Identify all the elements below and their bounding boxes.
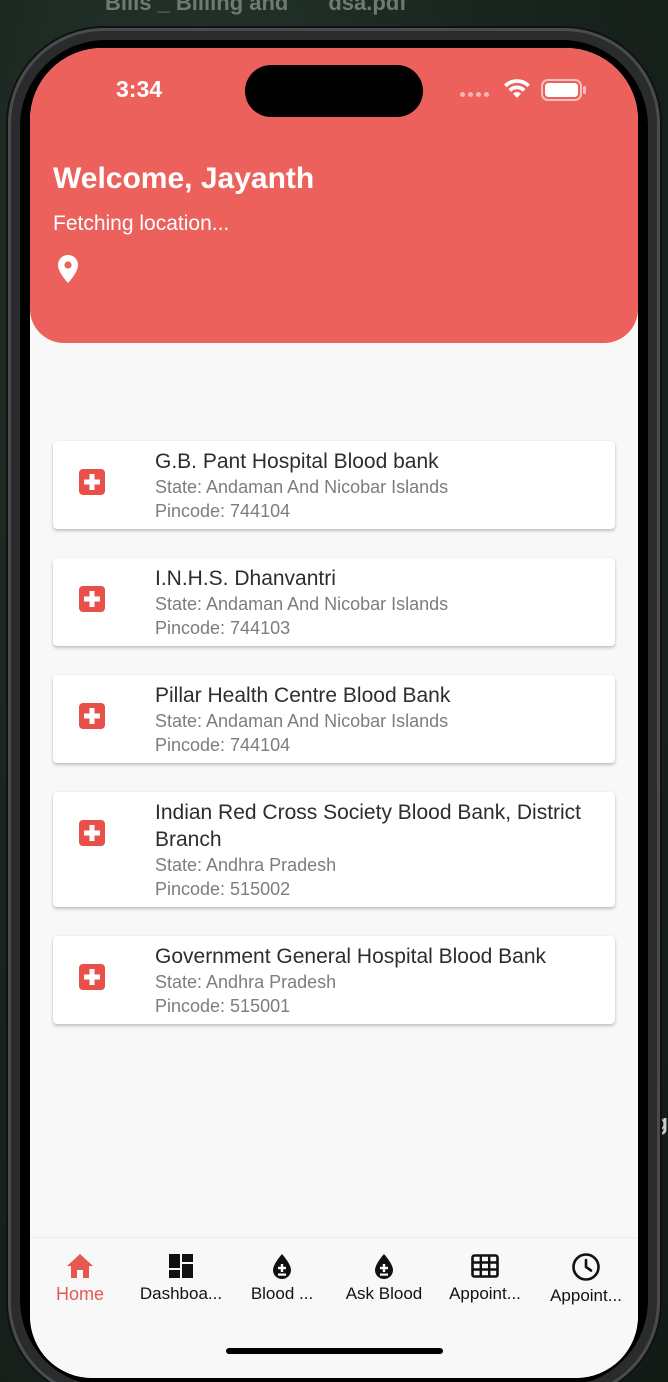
wifi-icon — [504, 79, 530, 98]
nav-item-ask-blood[interactable]: Ask Blood — [334, 1252, 434, 1304]
blood-bank-card[interactable]: Government General Hospital Blood Bank S… — [53, 936, 615, 1024]
background-text-1: Bills _ Billing and — [105, 0, 289, 15]
location-pin-icon[interactable] — [57, 254, 79, 284]
blood-bank-state: State: Andaman And Nicobar Islands — [155, 711, 449, 731]
blood-bank-state: State: Andhra Pradesh — [155, 972, 337, 992]
blood-bank-card[interactable]: Indian Red Cross Society Blood Bank, Dis… — [53, 792, 615, 907]
blood-bank-name: I.N.H.S. Dhanvantri — [155, 567, 336, 590]
cellular-signal-icon — [460, 92, 489, 97]
location-status: Fetching location... — [53, 212, 230, 235]
blood-bank-name: Indian Red Cross Society Blood Bank, Dis… — [155, 801, 582, 851]
nav-label: Home — [55, 1284, 104, 1304]
blood-bank-name: Pillar Health Centre Blood Bank — [155, 684, 451, 707]
blood-bank-name: Government General Hospital Blood Bank — [155, 945, 547, 968]
nav-label: Appoint... — [550, 1286, 622, 1305]
nav-item-home[interactable]: Home — [30, 1252, 130, 1305]
nav-item-blood[interactable]: Blood ... — [232, 1252, 332, 1304]
blood-bank-pincode: Pincode: 744104 — [155, 735, 291, 755]
dynamic-island — [245, 65, 423, 117]
clock-icon — [572, 1253, 600, 1281]
nav-item-appointments-clock[interactable]: Appoint... — [536, 1252, 636, 1306]
blood-bank-state: State: Andaman And Nicobar Islands — [155, 594, 449, 614]
blood-bank-state: State: Andhra Pradesh — [155, 855, 337, 875]
medical-cross-icon — [79, 703, 105, 729]
medical-cross-icon — [79, 964, 105, 990]
blood-bank-pincode: Pincode: 744103 — [155, 618, 291, 638]
nav-label: Appoint... — [449, 1284, 521, 1303]
blood-bank-list: G.B. Pant Hospital Blood bank State: And… — [53, 441, 615, 1053]
bottom-nav: Home Dashboa... Blood ... Ask Blood Appo… — [30, 1237, 638, 1378]
blood-bank-card[interactable]: G.B. Pant Hospital Blood bank State: And… — [53, 441, 615, 529]
blood-bank-pincode: Pincode: 744104 — [155, 501, 291, 521]
home-icon — [67, 1254, 93, 1278]
header: 3:34 Welcome, Jayanth Fetching location.… — [30, 48, 638, 343]
battery-icon — [541, 79, 586, 101]
welcome-title: Welcome, Jayanth — [53, 162, 315, 195]
nav-item-appointments-grid[interactable]: Appoint... — [435, 1252, 535, 1304]
nav-label: Dashboa... — [139, 1284, 223, 1303]
background-window-text: Bills _ Billing and dsa.pdf — [105, 0, 407, 16]
blood-bank-pincode: Pincode: 515002 — [155, 879, 291, 899]
nav-item-dashboard[interactable]: Dashboa... — [131, 1252, 231, 1304]
blood-bank-card[interactable]: Pillar Health Centre Blood Bank State: A… — [53, 675, 615, 763]
app-screen: 3:34 Welcome, Jayanth Fetching location.… — [30, 48, 638, 1378]
medical-cross-icon — [79, 469, 105, 495]
blood-bank-state: State: Andaman And Nicobar Islands — [155, 477, 449, 497]
blood-bank-card[interactable]: I.N.H.S. Dhanvantri State: Andaman And N… — [53, 558, 615, 646]
blood-drop-icon — [375, 1254, 393, 1279]
blood-bank-pincode: Pincode: 515001 — [155, 996, 291, 1016]
status-time: 3:34 — [116, 76, 163, 102]
blood-bank-name: G.B. Pant Hospital Blood bank — [155, 450, 439, 473]
medical-cross-icon — [79, 586, 105, 612]
home-indicator[interactable] — [226, 1348, 443, 1354]
background-text-2: dsa.pdf — [328, 0, 407, 15]
nav-label: Ask Blood — [345, 1284, 423, 1303]
dashboard-icon — [169, 1254, 193, 1278]
grid-icon — [471, 1254, 499, 1278]
blood-drop-icon — [273, 1254, 291, 1279]
medical-cross-icon — [79, 820, 105, 846]
nav-label: Blood ... — [250, 1284, 314, 1303]
